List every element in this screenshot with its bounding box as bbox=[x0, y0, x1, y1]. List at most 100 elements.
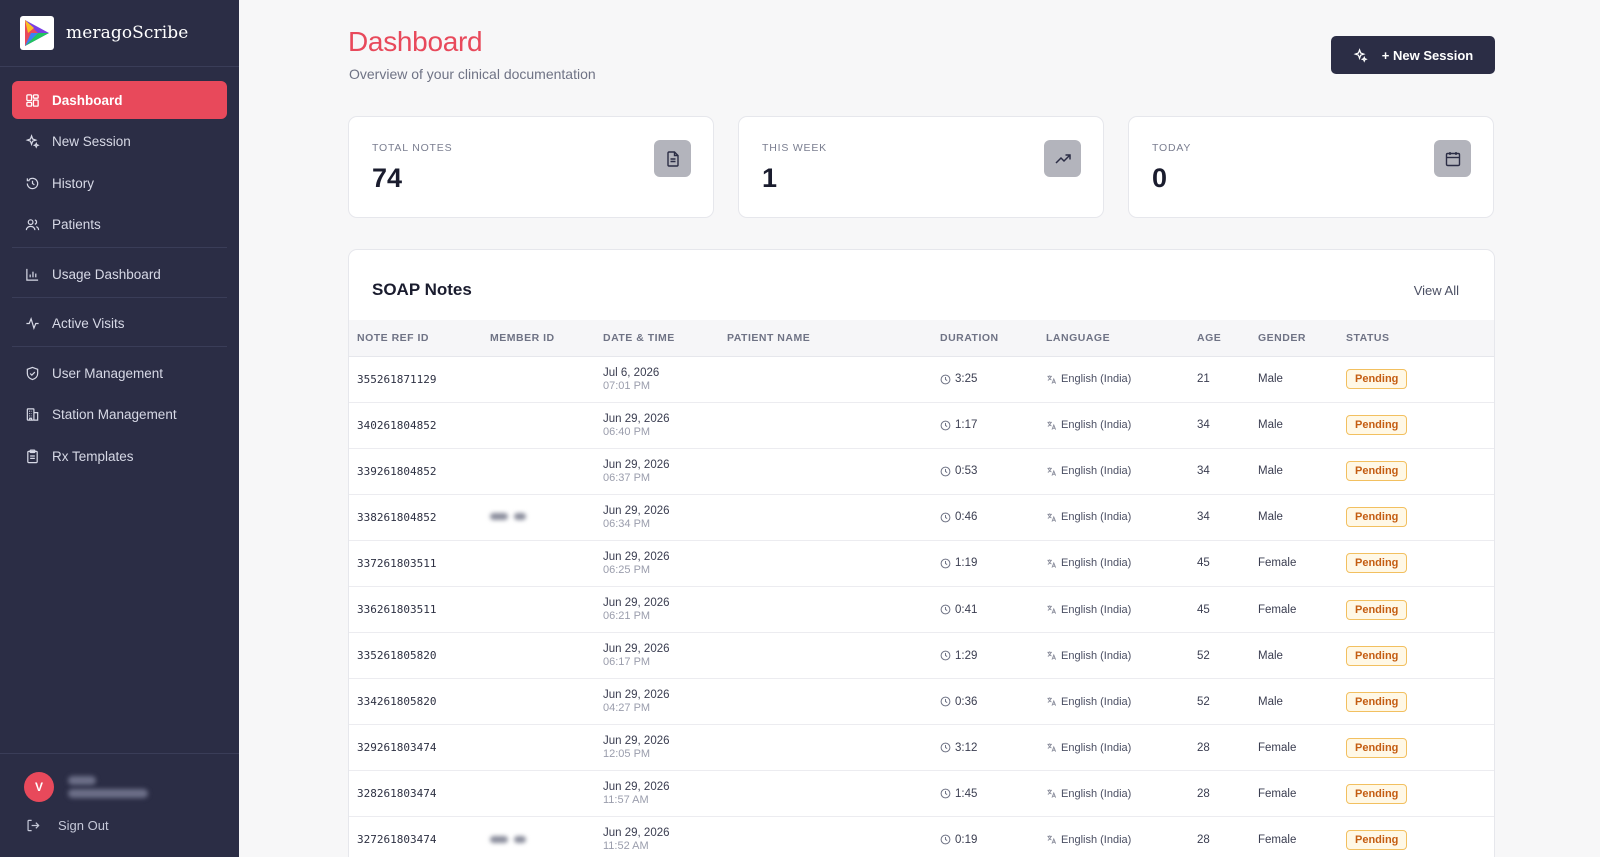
redacted-member-id bbox=[490, 511, 532, 523]
status-badge[interactable]: Pending bbox=[1346, 599, 1408, 620]
column-header[interactable]: GENDER bbox=[1258, 320, 1346, 356]
gender: Male bbox=[1258, 649, 1283, 662]
table-row[interactable]: 335261805820 Jun 29, 2026 06:17 PM 1:29 Engl… bbox=[349, 633, 1494, 679]
stat-icon-box bbox=[1434, 140, 1471, 177]
user-info-redacted bbox=[68, 772, 148, 802]
patient-name bbox=[727, 356, 940, 402]
status-badge[interactable]: Pending bbox=[1346, 369, 1408, 390]
sidebar-nav: Dashboard New Session History Patients U… bbox=[0, 67, 239, 475]
shield-icon bbox=[26, 366, 39, 380]
sidebar-item-label: Active Visits bbox=[52, 316, 125, 331]
sidebar-item-station-management[interactable]: Station Management bbox=[12, 396, 227, 434]
view-all-link[interactable]: View All bbox=[1414, 283, 1459, 298]
table-header-row: NOTE REF ID MEMBER ID DATE & TIME PATIEN… bbox=[349, 320, 1494, 356]
status-badge[interactable]: Pending bbox=[1346, 783, 1408, 804]
status-badge[interactable]: Pending bbox=[1346, 507, 1408, 528]
sidebar-item-usage-dashboard[interactable]: Usage Dashboard bbox=[12, 255, 227, 293]
status-badge[interactable]: Pending bbox=[1346, 737, 1408, 758]
clock-icon bbox=[940, 604, 951, 615]
note-ref-id: 338261804852 bbox=[357, 510, 437, 524]
duration-cell: 1:17 bbox=[940, 402, 1046, 448]
duration: 0:19 bbox=[955, 833, 978, 846]
gender: Female bbox=[1258, 603, 1297, 616]
redacted-name bbox=[68, 776, 96, 785]
nav-divider bbox=[12, 346, 227, 347]
sidebar-item-new-session[interactable]: New Session bbox=[12, 123, 227, 161]
column-header[interactable]: PATIENT NAME bbox=[727, 320, 940, 356]
table-row[interactable]: 355261871129 Jul 6, 2026 07:01 PM 3:25 Engli… bbox=[349, 356, 1494, 403]
gender: Male bbox=[1258, 419, 1283, 432]
brand[interactable]: meragoScribe bbox=[0, 0, 239, 67]
history-icon bbox=[26, 177, 39, 189]
translate-icon bbox=[1047, 651, 1057, 660]
sign-out-button[interactable]: Sign Out bbox=[0, 802, 239, 833]
status-badge[interactable]: Pending bbox=[1346, 461, 1408, 482]
status-badge[interactable]: Pending bbox=[1346, 829, 1408, 850]
table-row[interactable]: 329261803474 Jun 29, 2026 12:05 PM 3:12 Engl… bbox=[349, 725, 1494, 771]
soap-notes-title: SOAP Notes bbox=[372, 280, 472, 299]
language: English (India) bbox=[1061, 787, 1132, 800]
note-ref-id: 328261803474 bbox=[357, 787, 437, 801]
language-cell: English (India) bbox=[1046, 725, 1197, 771]
table-row[interactable]: 340261804852 Jun 29, 2026 06:40 PM 1:17 Engl… bbox=[349, 402, 1494, 449]
table-row[interactable]: 327261803474 Jun 29, 2026 11:52 AM 0:19 Engl… bbox=[349, 817, 1494, 857]
note-ref-id: 337261803511 bbox=[357, 556, 437, 570]
age: 45 bbox=[1197, 557, 1210, 570]
status-badge[interactable]: Pending bbox=[1346, 553, 1408, 574]
table-row[interactable]: 336261803511 Jun 29, 2026 06:21 PM 0:41 Engl… bbox=[349, 586, 1494, 633]
user-profile[interactable]: V bbox=[0, 754, 239, 802]
date: Jun 29, 2026 bbox=[603, 504, 670, 517]
date-time-cell: Jun 29, 2026 06:25 PM bbox=[603, 540, 727, 586]
sidebar-item-user-management[interactable]: User Management bbox=[12, 354, 227, 392]
date: Jun 29, 2026 bbox=[603, 458, 670, 471]
table-row[interactable]: 328261803474 Jun 29, 2026 11:57 AM 1:45 Engl… bbox=[349, 771, 1494, 817]
status-cell: Pending bbox=[1346, 402, 1494, 448]
note-ref-id: 355261871129 bbox=[357, 372, 437, 386]
activity-icon bbox=[26, 316, 39, 331]
column-header[interactable]: AGE bbox=[1197, 320, 1258, 356]
table-row[interactable]: 334261805820 Jun 29, 2026 04:27 PM 0:36 Engl… bbox=[349, 679, 1494, 725]
sidebar-item-label: History bbox=[52, 175, 95, 191]
sidebar-footer: V Sign Out bbox=[0, 753, 239, 857]
age: 28 bbox=[1197, 787, 1210, 800]
nav-divider bbox=[12, 247, 227, 248]
gender: Male bbox=[1258, 695, 1283, 708]
member-id-cell bbox=[490, 402, 603, 448]
member-id-cell bbox=[490, 540, 603, 586]
column-header[interactable]: NOTE REF ID bbox=[349, 320, 490, 356]
status-badge[interactable]: Pending bbox=[1346, 691, 1408, 712]
gender: Male bbox=[1258, 511, 1283, 524]
note-ref-id: 329261803474 bbox=[357, 741, 437, 755]
column-header[interactable]: STATUS bbox=[1346, 320, 1494, 356]
patient-name bbox=[727, 633, 940, 679]
sidebar-item-patients[interactable]: Patients bbox=[12, 206, 227, 244]
column-header[interactable]: DATE & TIME bbox=[603, 320, 727, 356]
table-row[interactable]: 339261804852 Jun 29, 2026 06:37 PM 0:53 Engl… bbox=[349, 448, 1494, 495]
column-header[interactable]: DURATION bbox=[940, 320, 1046, 356]
log-out-icon bbox=[27, 819, 40, 832]
note-ref-id: 336261803511 bbox=[357, 603, 437, 617]
translate-icon bbox=[1047, 374, 1057, 384]
duration-cell: 0:46 bbox=[940, 494, 1046, 540]
status-badge[interactable]: Pending bbox=[1346, 645, 1408, 666]
clock-icon bbox=[940, 558, 951, 569]
table-row[interactable]: 337261803511 Jun 29, 2026 06:25 PM 1:19 Engl… bbox=[349, 540, 1494, 587]
sidebar-item-label: Patients bbox=[52, 217, 101, 232]
brand-name: meragoScribe bbox=[66, 23, 189, 43]
status-badge[interactable]: Pending bbox=[1346, 415, 1408, 436]
column-header[interactable]: LANGUAGE bbox=[1046, 320, 1197, 356]
sidebar-item-rx-templates[interactable]: Rx Templates bbox=[12, 437, 227, 475]
table-row[interactable]: 338261804852 Jun 29, 2026 06:34 PM 0:46 Engl… bbox=[349, 494, 1494, 541]
time: 06:21 PM bbox=[603, 610, 651, 623]
sidebar-item-active-visits[interactable]: Active Visits bbox=[12, 305, 227, 343]
language-cell: English (India) bbox=[1046, 448, 1197, 494]
column-header[interactable]: MEMBER ID bbox=[490, 320, 603, 356]
gender: Male bbox=[1258, 465, 1283, 478]
sidebar-item-history[interactable]: History bbox=[12, 164, 227, 202]
member-id-cell bbox=[490, 817, 603, 857]
date: Jun 29, 2026 bbox=[603, 412, 670, 425]
new-session-button[interactable]: + New Session bbox=[1331, 36, 1495, 74]
sidebar-item-dashboard[interactable]: Dashboard bbox=[12, 81, 227, 119]
clock-icon bbox=[940, 696, 951, 707]
age: 34 bbox=[1197, 511, 1210, 524]
